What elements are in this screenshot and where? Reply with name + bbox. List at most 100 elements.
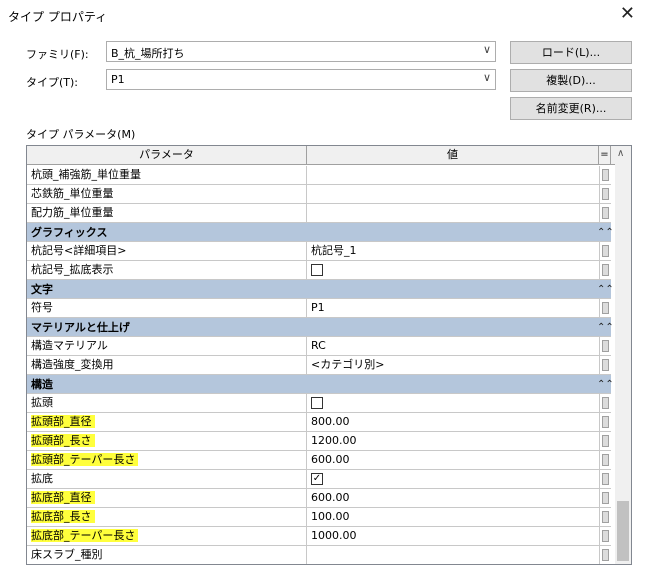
type-select[interactable]: P1 ∨ (106, 69, 496, 90)
formula-cell[interactable] (599, 394, 611, 412)
formula-button[interactable] (602, 473, 609, 485)
table-row[interactable]: 拡頭部_テーパー長さ 600.00 (27, 451, 611, 470)
formula-cell[interactable] (599, 242, 611, 260)
table-row[interactable]: 符号 P1 (27, 299, 611, 318)
group-header[interactable]: 文字 ⌃⌃ (27, 280, 614, 299)
param-value-cell[interactable]: RC (307, 337, 599, 355)
formula-button[interactable] (602, 549, 609, 561)
chevrons-up-icon[interactable]: ⌃⌃ (597, 375, 614, 394)
param-name-cell: 構造マテリアル (27, 337, 307, 355)
table-row[interactable]: 拡頭部_長さ 1200.00 (27, 432, 611, 451)
formula-button[interactable] (602, 530, 609, 542)
formula-button[interactable] (602, 302, 609, 314)
formula-button[interactable] (602, 435, 609, 447)
param-name-cell: 拡頭 (27, 394, 307, 412)
param-value-cell[interactable]: ✓ (307, 470, 599, 488)
param-value-cell[interactable]: 1000.00 (307, 527, 599, 545)
param-value-cell[interactable]: P1 (307, 299, 599, 317)
formula-button[interactable] (602, 169, 609, 181)
formula-cell[interactable] (599, 204, 611, 222)
param-checkbox[interactable] (311, 264, 323, 276)
param-name-text: 拡底部_長さ (31, 510, 95, 523)
formula-cell[interactable] (599, 527, 611, 545)
table-row[interactable]: 拡底 ✓ (27, 470, 611, 489)
formula-button[interactable] (602, 511, 609, 523)
table-row[interactable]: 拡底部_テーパー長さ 1000.00 (27, 527, 611, 546)
param-value-cell[interactable]: 600.00 (307, 489, 599, 507)
param-value-cell[interactable] (307, 185, 599, 203)
group-label: マテリアルと仕上げ (31, 321, 130, 334)
param-value-cell[interactable] (307, 261, 599, 279)
column-header-formula[interactable]: = (599, 146, 611, 165)
column-header-value[interactable]: 値 (307, 146, 599, 165)
formula-button[interactable] (602, 188, 609, 200)
formula-cell[interactable] (599, 546, 611, 564)
group-header[interactable]: マテリアルと仕上げ ⌃⌃ (27, 318, 614, 337)
table-row[interactable]: 構造強度_変換用 <カテゴリ別> (27, 356, 611, 375)
table-row[interactable]: 杭記号<詳細項目> 杭記号_1 (27, 242, 611, 261)
formula-button[interactable] (602, 207, 609, 219)
formula-cell[interactable] (599, 489, 611, 507)
family-select[interactable]: B_杭_場所打ち ∨ (106, 41, 496, 62)
param-value-cell[interactable]: 600.00 (307, 451, 599, 469)
table-row[interactable]: 杭記号_拡底表示 (27, 261, 611, 280)
chevrons-up-icon[interactable]: ⌃⌃ (597, 223, 614, 242)
formula-button[interactable] (602, 454, 609, 466)
scrollbar-thumb[interactable] (617, 501, 629, 561)
type-params-label: タイプ パラメータ(M) (26, 128, 136, 141)
formula-cell[interactable] (599, 356, 611, 374)
formula-cell[interactable] (599, 337, 611, 355)
param-value-cell[interactable]: 100.00 (307, 508, 599, 526)
param-value-cell[interactable]: <カテゴリ別> (307, 356, 599, 374)
formula-button[interactable] (602, 340, 609, 352)
table-row[interactable]: 構造マテリアル RC (27, 337, 611, 356)
formula-cell[interactable] (599, 299, 611, 317)
formula-button[interactable] (602, 245, 609, 257)
table-row[interactable]: 拡底部_長さ 100.00 (27, 508, 611, 527)
formula-cell[interactable] (599, 261, 611, 279)
param-value-text: 600.00 (311, 453, 350, 466)
formula-button[interactable] (602, 397, 609, 409)
formula-cell[interactable] (599, 185, 611, 203)
formula-cell[interactable] (599, 451, 611, 469)
param-value-cell[interactable]: 杭記号_1 (307, 242, 599, 260)
table-row[interactable]: 拡頭 (27, 394, 611, 413)
formula-button[interactable] (602, 264, 609, 276)
param-checkbox[interactable]: ✓ (311, 473, 323, 485)
chevrons-up-icon[interactable]: ⌃⌃ (597, 318, 614, 337)
param-value-cell[interactable] (307, 204, 599, 222)
param-value-text: 800.00 (311, 415, 350, 428)
column-header-parameter[interactable]: パラメータ (27, 146, 307, 165)
rename-button[interactable]: 名前変更(R)... (510, 97, 632, 120)
formula-cell[interactable] (599, 470, 611, 488)
formula-cell[interactable] (599, 413, 611, 431)
param-checkbox[interactable] (311, 397, 323, 409)
table-row[interactable]: 床スラブ_種別 (27, 546, 611, 564)
param-value-cell[interactable] (307, 166, 599, 184)
vertical-scrollbar[interactable]: ∧ (615, 146, 631, 564)
duplicate-button[interactable]: 複製(D)... (510, 69, 632, 92)
param-value-cell[interactable] (307, 546, 599, 564)
table-row[interactable]: 配力筋_単位重量 (27, 204, 611, 223)
table-row[interactable]: 杭頭_補強筋_単位重量 (27, 166, 611, 185)
load-button[interactable]: ロード(L)... (510, 41, 632, 64)
table-row[interactable]: 芯鉄筋_単位重量 (27, 185, 611, 204)
param-value-text: 100.00 (311, 510, 350, 523)
close-icon[interactable]: ✕ (620, 3, 635, 25)
scroll-up-icon[interactable]: ∧ (617, 148, 624, 159)
param-value-cell[interactable]: 1200.00 (307, 432, 599, 450)
param-value-cell[interactable] (307, 394, 599, 412)
chevrons-up-icon[interactable]: ⌃⌃ (597, 280, 614, 299)
table-row[interactable]: 拡頭部_直径 800.00 (27, 413, 611, 432)
formula-button[interactable] (602, 359, 609, 371)
formula-button[interactable] (602, 416, 609, 428)
formula-button[interactable] (602, 492, 609, 504)
formula-cell[interactable] (599, 166, 611, 184)
group-header[interactable]: 構造 ⌃⌃ (27, 375, 614, 394)
param-value-cell[interactable]: 800.00 (307, 413, 599, 431)
table-row[interactable]: 拡底部_直径 600.00 (27, 489, 611, 508)
grid-rows: 杭頭_補強筋_単位重量 芯鉄筋_単位重量 配力筋_単位重量 グラフィックス ⌃⌃ 杭記号<… (27, 166, 614, 564)
formula-cell[interactable] (599, 432, 611, 450)
formula-cell[interactable] (599, 508, 611, 526)
group-header[interactable]: グラフィックス ⌃⌃ (27, 223, 614, 242)
